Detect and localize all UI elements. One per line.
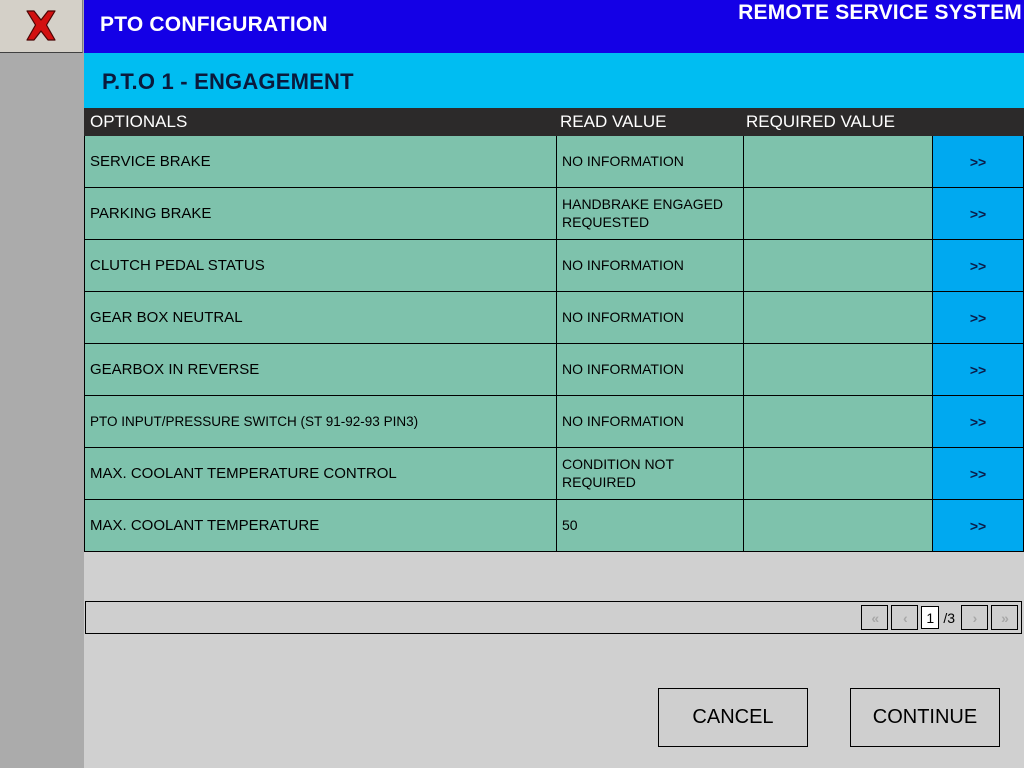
column-header-required-value: REQUIRED VALUE: [746, 112, 895, 131]
table-row: GEAR BOX NEUTRAL NO INFORMATION >>: [85, 292, 1023, 344]
cell-read-value: NO INFORMATION: [556, 344, 743, 395]
cell-read-value: NO INFORMATION: [556, 292, 743, 343]
optionals-table: OPTIONALS READ VALUE REQUIRED VALUE SERV…: [84, 108, 1024, 552]
table-bottom-rule: [84, 551, 1024, 552]
continue-button[interactable]: CONTINUE: [850, 688, 1000, 747]
next-page-button[interactable]: ›: [961, 605, 988, 630]
row-detail-button[interactable]: >>: [933, 188, 1023, 239]
row-detail-button[interactable]: >>: [933, 136, 1023, 187]
last-page-button[interactable]: »: [991, 605, 1018, 630]
cell-required-value[interactable]: [743, 396, 933, 447]
cell-read-value: NO INFORMATION: [556, 240, 743, 291]
cell-optional: MAX. COOLANT TEMPERATURE: [90, 517, 320, 534]
cell-read-value: NO INFORMATION: [556, 136, 743, 187]
cell-required-value[interactable]: [743, 448, 933, 499]
cell-optional: SERVICE BRAKE: [90, 153, 211, 170]
cell-optional: MAX. COOLANT TEMPERATURE CONTROL: [90, 465, 397, 482]
table-row: MAX. COOLANT TEMPERATURE CONTROL CONDITIO…: [85, 448, 1023, 500]
cancel-button[interactable]: CANCEL: [658, 688, 808, 747]
cell-required-value[interactable]: [743, 500, 933, 551]
pagination-controls: « ‹ 1 /3 › »: [861, 605, 1018, 630]
cell-required-value[interactable]: [743, 292, 933, 343]
close-x-icon: [21, 8, 61, 44]
table-header-row: OPTIONALS READ VALUE REQUIRED VALUE: [84, 108, 1024, 136]
cell-optional: GEAR BOX NEUTRAL: [90, 309, 243, 326]
row-detail-button[interactable]: >>: [933, 448, 1023, 499]
table-row: SERVICE BRAKE NO INFORMATION >>: [85, 136, 1023, 188]
row-detail-button[interactable]: >>: [933, 500, 1023, 551]
section-bar: P.T.O 1 - ENGAGEMENT: [84, 53, 1024, 108]
content-area: OPTIONALS READ VALUE REQUIRED VALUE SERV…: [84, 108, 1024, 768]
column-header-optionals: OPTIONALS: [90, 112, 188, 131]
cell-read-value: NO INFORMATION: [556, 396, 743, 447]
table-row: GEARBOX IN REVERSE NO INFORMATION >>: [85, 344, 1023, 396]
cell-optional: CLUTCH PEDAL STATUS: [90, 257, 265, 274]
row-detail-button[interactable]: >>: [933, 292, 1023, 343]
cell-optional: PTO INPUT/PRESSURE SWITCH (ST 91-92-93 P…: [90, 414, 419, 429]
close-window-button[interactable]: [0, 0, 83, 53]
section-title: P.T.O 1 - ENGAGEMENT: [102, 69, 354, 94]
app-window: PTO CONFIGURATION REMOTE SERVICE SYSTEM …: [0, 0, 1024, 768]
cell-required-value[interactable]: [743, 240, 933, 291]
cell-optional: GEARBOX IN REVERSE: [90, 361, 260, 378]
total-pages-label: /3: [943, 609, 955, 626]
row-detail-button[interactable]: >>: [933, 344, 1023, 395]
table-row: PARKING BRAKE HANDBRAKE ENGAGED REQUESTED…: [85, 188, 1023, 240]
current-page-input[interactable]: 1: [921, 606, 940, 629]
pagination-bar: « ‹ 1 /3 › »: [85, 601, 1022, 634]
cell-required-value[interactable]: [743, 136, 933, 187]
page-title: PTO CONFIGURATION: [100, 13, 328, 36]
cell-optional: PARKING BRAKE: [90, 205, 212, 222]
table-row: PTO INPUT/PRESSURE SWITCH (ST 91-92-93 P…: [85, 396, 1023, 448]
footer-actions: CANCEL CONTINUE: [84, 688, 1024, 758]
cell-required-value[interactable]: [743, 344, 933, 395]
row-detail-button[interactable]: >>: [933, 240, 1023, 291]
table-row: CLUTCH PEDAL STATUS NO INFORMATION >>: [85, 240, 1023, 292]
first-page-button[interactable]: «: [861, 605, 889, 630]
left-rail: [0, 0, 84, 768]
cell-read-value: CONDITION NOT REQUIRED: [556, 448, 743, 499]
cell-read-value: HANDBRAKE ENGAGED REQUESTED: [556, 188, 743, 239]
previous-page-button[interactable]: ‹: [891, 605, 919, 630]
cell-read-value: 50: [556, 500, 743, 551]
cell-required-value[interactable]: [743, 188, 933, 239]
row-detail-button[interactable]: >>: [933, 396, 1023, 447]
table-body: SERVICE BRAKE NO INFORMATION >> PARKING BRA…: [84, 136, 1024, 552]
title-bar: PTO CONFIGURATION REMOTE SERVICE SYSTEM: [84, 0, 1024, 53]
table-row: MAX. COOLANT TEMPERATURE 50 >>: [85, 500, 1023, 552]
system-title: REMOTE SERVICE SYSTEM: [738, 1, 1022, 24]
column-header-read-value: READ VALUE: [560, 112, 667, 131]
